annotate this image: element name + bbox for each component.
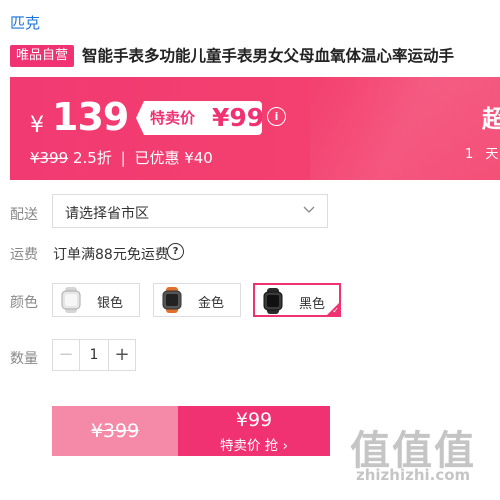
quantity-label: 数量 <box>10 351 38 367</box>
color-option-name: 黑色 <box>299 297 326 312</box>
sale-price-chip: 特卖价 ¥99 <box>136 101 262 135</box>
question-icon[interactable]: ? <box>167 243 184 260</box>
brand-link[interactable]: 匹克 <box>10 12 40 33</box>
delivery-label: 配送 <box>10 207 38 223</box>
original-price: ¥399 <box>30 149 69 167</box>
chevron-down-icon <box>303 206 315 213</box>
quantity-plus-button[interactable]: + <box>108 340 135 370</box>
region-select[interactable]: 请选择省市区 <box>52 194 328 228</box>
color-label: 颜色 <box>10 295 38 311</box>
promo-title: 超 <box>482 105 500 133</box>
quantity-input[interactable]: 1 <box>79 340 109 370</box>
watermark-url: zhizhizhi.com <box>356 466 471 484</box>
banner-decoration <box>310 77 500 180</box>
discount-rate: 2.5折 <box>72 149 112 167</box>
buy-action-label: 特卖价 抢 › <box>220 438 288 454</box>
shipping-label: 运费 <box>10 247 38 263</box>
price-details: ¥399 2.5折 | 已优惠 ¥40 <box>30 147 213 168</box>
saved-amount: 已优惠 ¥40 <box>134 149 213 167</box>
original-price-button[interactable]: ¥399 <box>52 406 178 456</box>
watch-thumbnail-icon <box>61 287 81 313</box>
buy-original-price: ¥399 <box>90 420 140 442</box>
watermark: 值值值 zhizhizhi.com <box>350 418 500 498</box>
color-option-name: 金色 <box>198 296 225 311</box>
quantity-minus-button[interactable]: − <box>53 340 80 370</box>
watch-thumbnail-icon <box>162 287 182 313</box>
info-icon[interactable]: i <box>267 107 286 126</box>
price-banner: ¥ 139 特卖价 ¥99 i ¥399 2.5折 | 已优惠 ¥40 超 1 … <box>10 77 500 180</box>
region-select-placeholder: 请选择省市区 <box>65 206 149 222</box>
shipping-policy: 订单满88元免运费 <box>53 247 169 263</box>
color-option-silver[interactable]: 银色 <box>52 283 140 317</box>
currency-symbol: ¥ <box>30 113 44 138</box>
watch-thumbnail-icon <box>263 288 283 314</box>
product-title: 智能手表多功能儿童手表男女父母血氧体温心率运动手 <box>82 47 455 65</box>
quantity-stepper: − 1 + <box>52 339 136 371</box>
color-option-name: 银色 <box>97 296 124 311</box>
buy-sale-price: ¥99 <box>235 409 273 431</box>
sale-price-label: 特卖价 <box>150 109 196 127</box>
buy-now-button[interactable]: ¥99 特卖价 抢 › <box>178 406 330 456</box>
price-separator: | <box>120 149 126 167</box>
current-price: 139 <box>52 95 129 139</box>
promo-countdown: 1 天 <box>465 147 499 162</box>
vip-self-operated-badge: 唯品自营 <box>10 45 75 67</box>
selected-check-icon: ✓ <box>326 302 340 316</box>
color-option-black[interactable]: 黑色 ✓ <box>253 283 341 317</box>
sale-price-value: ¥99 <box>212 103 265 132</box>
color-option-gold[interactable]: 金色 <box>153 283 241 317</box>
